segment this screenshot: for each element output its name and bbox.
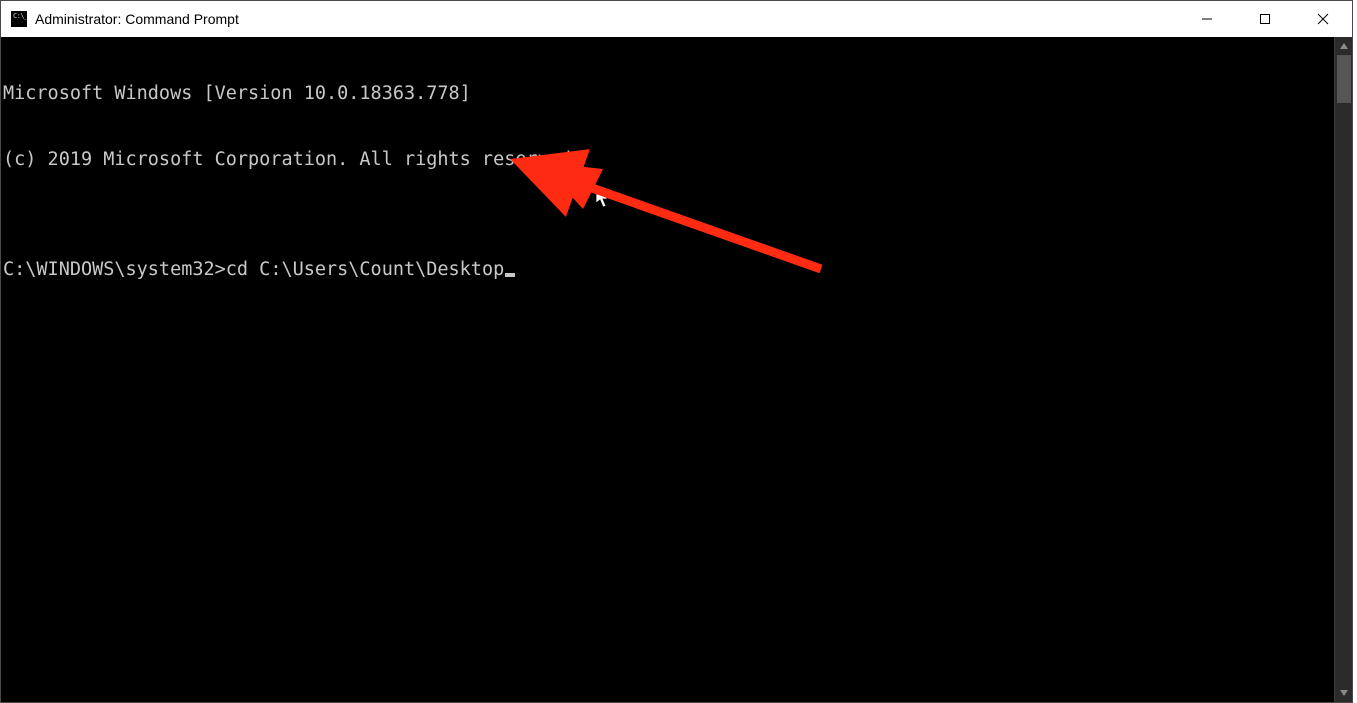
minimize-button[interactable] xyxy=(1178,1,1236,37)
close-icon xyxy=(1317,13,1329,25)
close-button[interactable] xyxy=(1294,1,1352,37)
prompt-line: C:\WINDOWS\system32>cd C:\Users\Count\De… xyxy=(3,259,1334,281)
copyright-line: (c) 2019 Microsoft Corporation. All righ… xyxy=(3,149,1334,171)
annotation-arrow xyxy=(1,37,1334,702)
title-bar[interactable]: Administrator: Command Prompt xyxy=(1,1,1352,37)
window-controls xyxy=(1178,1,1352,37)
scroll-down-button[interactable] xyxy=(1335,684,1352,702)
scroll-thumb[interactable] xyxy=(1337,55,1351,103)
maximize-icon xyxy=(1259,13,1271,25)
mouse-pointer-icon xyxy=(507,165,612,237)
window-title: Administrator: Command Prompt xyxy=(35,11,239,27)
chevron-up-icon xyxy=(1340,42,1348,50)
scroll-up-button[interactable] xyxy=(1335,37,1352,55)
prompt-path: C:\WINDOWS\system32> xyxy=(3,259,226,281)
vertical-scrollbar[interactable] xyxy=(1334,37,1352,702)
version-line: Microsoft Windows [Version 10.0.18363.77… xyxy=(3,83,1334,105)
terminal-output[interactable]: Microsoft Windows [Version 10.0.18363.77… xyxy=(1,37,1334,702)
minimize-icon xyxy=(1201,13,1213,25)
chevron-down-icon xyxy=(1340,689,1348,697)
text-cursor xyxy=(505,273,515,277)
cmd-icon xyxy=(11,11,27,27)
typed-command: cd C:\Users\Count\Desktop xyxy=(226,259,504,281)
command-prompt-window: Administrator: Command Prompt Microsoft … xyxy=(0,0,1353,703)
client-area: Microsoft Windows [Version 10.0.18363.77… xyxy=(1,37,1352,702)
maximize-button[interactable] xyxy=(1236,1,1294,37)
